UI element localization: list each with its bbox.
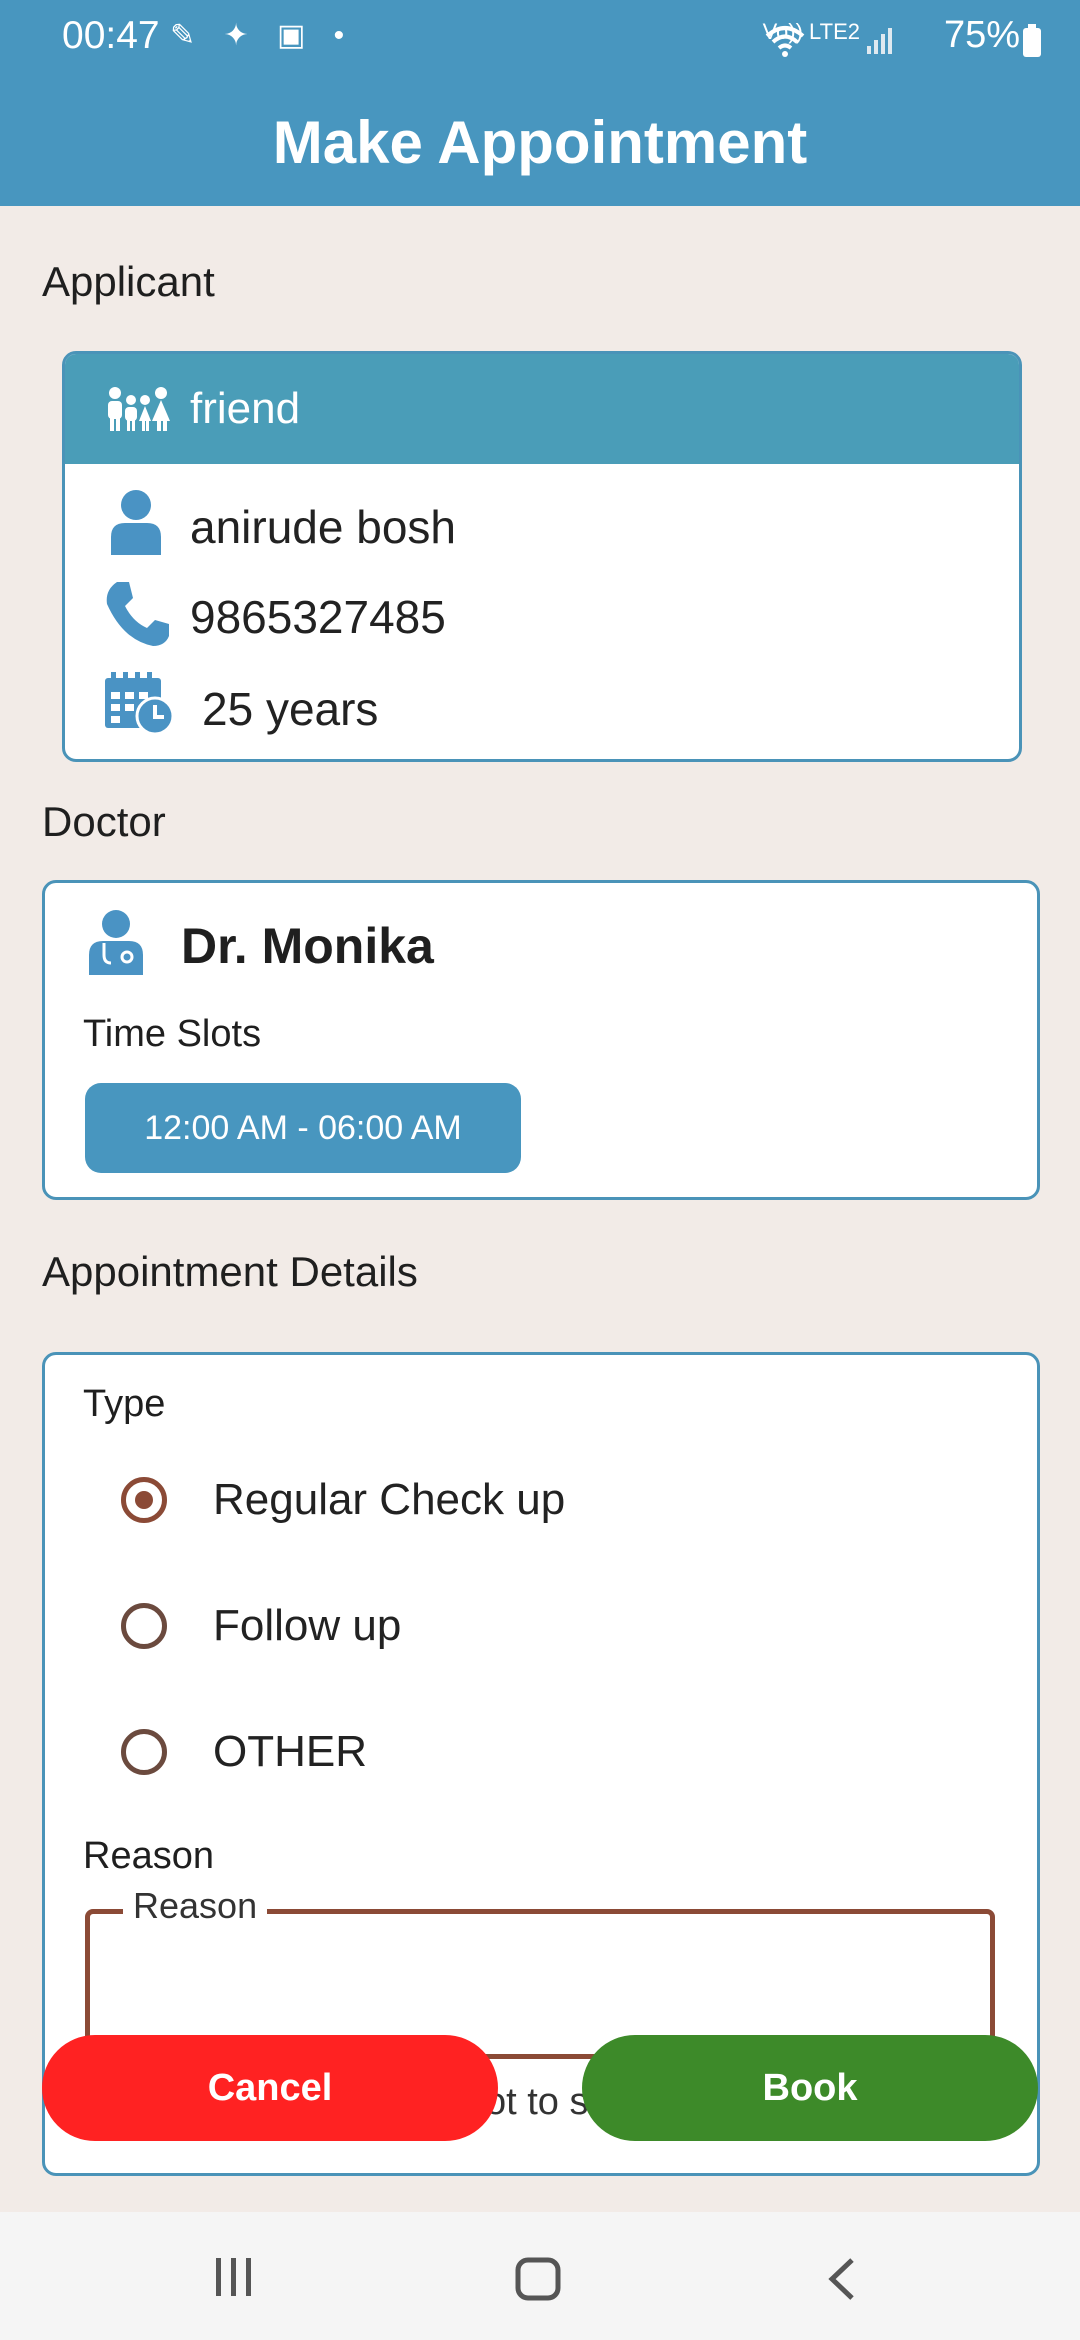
app-bar: Make Appointment	[0, 80, 1080, 206]
back-icon[interactable]	[824, 2256, 858, 2302]
appointment-details-section-title: Appointment Details	[42, 1248, 418, 1295]
reason-label: Reason	[83, 1835, 214, 1877]
radio-label: OTHER	[213, 1727, 367, 1776]
doctor-section-title: Doctor	[42, 798, 166, 845]
reason-input-label: Reason	[123, 1885, 268, 1927]
doctor-name: Dr. Monika	[181, 918, 434, 974]
applicant-phone: 9865327485	[190, 591, 446, 643]
person-icon	[111, 490, 161, 555]
applicant-card[interactable]: friend anirude bosh 9865327485 25 years	[62, 351, 1022, 762]
page-title: Make Appointment	[272, 109, 808, 176]
notification-icons: ✎ ✦ ▣ •	[170, 18, 354, 53]
hint-text: ot to s	[485, 2081, 589, 2123]
doctor-icon	[89, 910, 143, 975]
family-icon	[108, 387, 170, 431]
radio-button-selected[interactable]	[121, 1477, 167, 1523]
radio-button[interactable]	[121, 1603, 167, 1649]
navigation-bar	[0, 2212, 1080, 2340]
status-bar: 00:47 ✎ ✦ ▣ • Vo)) LTE2 75%	[0, 0, 1080, 80]
applicant-name: anirude bosh	[190, 501, 456, 553]
home-icon[interactable]	[514, 2256, 562, 2302]
applicant-relation: friend	[190, 384, 301, 433]
calendar-clock-icon	[105, 672, 175, 736]
radio-label: Follow up	[213, 1601, 402, 1650]
cancel-button[interactable]: Cancel	[42, 2035, 498, 2141]
phone-icon	[106, 582, 169, 646]
applicant-relation-header: friend	[65, 354, 1019, 464]
battery-icon	[1023, 24, 1041, 57]
news-app-icon: ✦	[223, 19, 259, 52]
doctor-card: Dr. Monika Time Slots 12:00 AM - 06:00 A…	[42, 880, 1040, 1200]
time-slot-button[interactable]: 12:00 AM - 06:00 AM	[85, 1083, 521, 1173]
radio-option-regular-checkup[interactable]: Regular Check up	[121, 1465, 821, 1535]
gallery-icon: ▣	[276, 19, 316, 52]
wifi-icon	[765, 26, 805, 57]
status-time: 00:47	[62, 14, 160, 57]
radio-option-other[interactable]: OTHER	[121, 1717, 821, 1787]
signal-icon	[867, 28, 892, 54]
recent-apps-icon[interactable]	[212, 2256, 256, 2298]
broom-icon: ✎	[170, 19, 206, 52]
radio-label: Regular Check up	[213, 1475, 566, 1524]
book-button[interactable]: Book	[582, 2035, 1038, 2141]
type-label: Type	[83, 1383, 166, 1425]
dot-icon: •	[333, 19, 355, 52]
applicant-age: 25 years	[202, 683, 379, 735]
applicant-section-title: Applicant	[42, 258, 215, 305]
radio-button[interactable]	[121, 1729, 167, 1775]
time-slots-label: Time Slots	[83, 1013, 262, 1055]
battery-percent: 75%	[943, 14, 1020, 56]
radio-option-follow-up[interactable]: Follow up	[121, 1591, 821, 1661]
